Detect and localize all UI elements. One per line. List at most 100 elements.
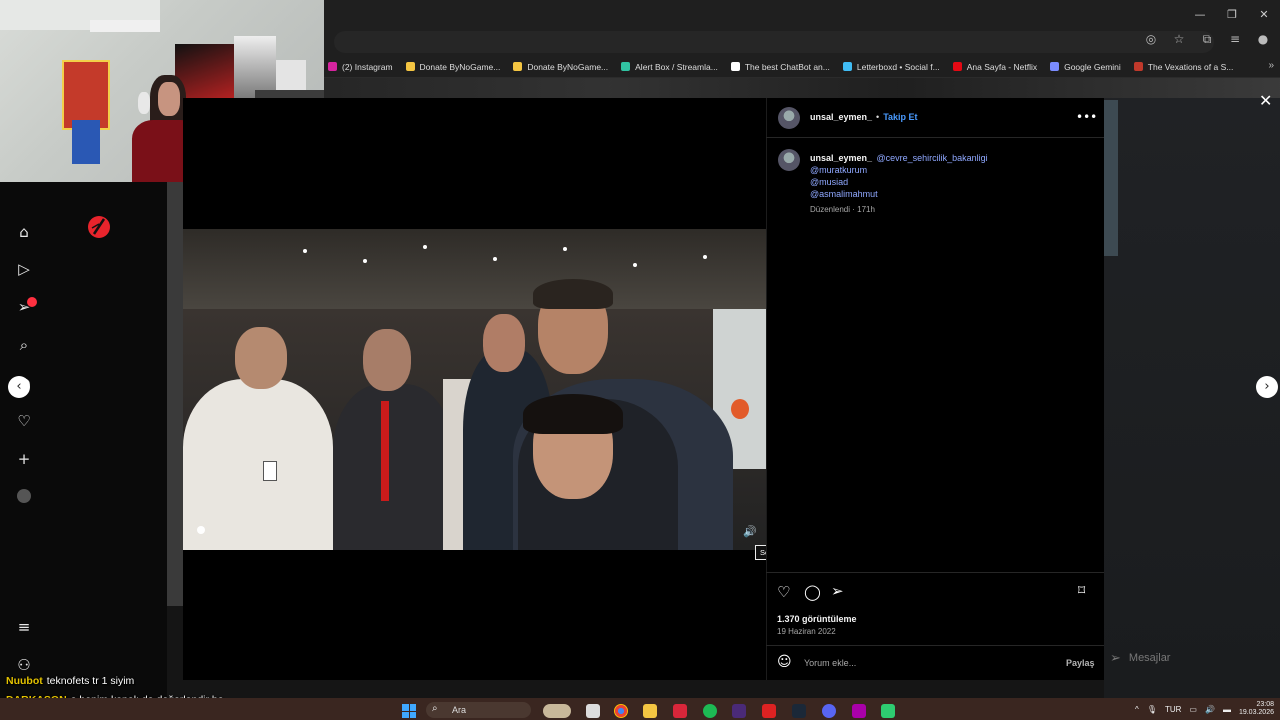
messages-icon: ➢ bbox=[1110, 650, 1121, 666]
messages-button[interactable]: ➢ Mesajlar bbox=[1104, 640, 1280, 676]
caption-username[interactable]: unsal_eymen_ bbox=[810, 153, 872, 163]
app-icon[interactable] bbox=[881, 704, 895, 718]
caption: unsal_eymen_ @cevre_sehircilik_bakanligi… bbox=[810, 151, 988, 216]
bookmark-item[interactable]: (2) Instagram bbox=[328, 62, 393, 72]
after-effects-icon[interactable] bbox=[732, 704, 746, 718]
notification-badge bbox=[27, 297, 37, 307]
author-username[interactable]: unsal_eymen_ bbox=[810, 112, 872, 122]
bookmark-item[interactable]: Letterboxd • Social f... bbox=[842, 61, 940, 72]
app-icon[interactable] bbox=[673, 704, 687, 718]
taskbar-search[interactable]: Ara bbox=[426, 702, 531, 718]
chrome-icon[interactable] bbox=[614, 704, 628, 718]
eye-off-icon[interactable]: ◎ bbox=[1144, 32, 1158, 47]
mention-link[interactable]: @musiad bbox=[810, 176, 988, 188]
bookmark-item[interactable]: Donate ByNoGame... bbox=[405, 62, 500, 72]
bookmark-favicon-icon bbox=[328, 62, 337, 71]
mention-link[interactable]: @muratkurum bbox=[810, 164, 988, 176]
header-divider bbox=[766, 137, 1104, 138]
omnibox[interactable] bbox=[334, 31, 1214, 53]
folder-icon[interactable] bbox=[643, 704, 657, 718]
clock[interactable]: 23:08 19.03.2026 bbox=[1239, 701, 1274, 717]
separator-dot: • bbox=[876, 112, 880, 122]
search-icon[interactable]: ⌕ bbox=[14, 335, 34, 355]
background-feed bbox=[1104, 98, 1280, 698]
chat-username: Nuubot bbox=[6, 675, 43, 687]
bookmarks-bar: (2) Instagram Donate ByNoGame... Donate By… bbox=[324, 56, 1280, 78]
heart-icon[interactable]: ♡ bbox=[14, 411, 34, 431]
tray-chevron-icon[interactable]: ^ bbox=[1135, 705, 1139, 714]
post-video[interactable]: 🔊 bbox=[183, 229, 766, 550]
media-icon[interactable]: ≡ bbox=[1228, 32, 1242, 47]
widget-icon[interactable] bbox=[543, 704, 571, 718]
bookmark-label: Letterboxd • Social f... bbox=[856, 61, 940, 72]
bookmark-label: Google Gemini bbox=[1064, 61, 1121, 72]
maximize-button[interactable]: ❐ bbox=[1216, 0, 1248, 28]
mention-link[interactable]: @cevre_sehircilik_bakanligi bbox=[877, 153, 988, 163]
profile-icon[interactable]: ● bbox=[1256, 32, 1270, 47]
previous-post-button[interactable]: ‹ bbox=[8, 376, 30, 398]
app-icon[interactable] bbox=[852, 704, 866, 718]
reels-icon[interactable]: ▷ bbox=[14, 259, 34, 279]
battery-icon[interactable]: ▬ bbox=[1223, 705, 1231, 714]
post-header: unsal_eymen_ • Takip Et bbox=[810, 112, 918, 122]
network-icon[interactable]: ▭ bbox=[1189, 705, 1197, 714]
background-panel bbox=[1104, 100, 1118, 256]
user-tag-icon[interactable] bbox=[197, 526, 205, 534]
bookmark-item[interactable]: Ana Sayfa - Netflix bbox=[952, 62, 1037, 72]
chat-message: Nuubot teknofets tr 1 siyim bbox=[6, 675, 134, 687]
audio-icon[interactable]: 🔊 bbox=[743, 525, 757, 538]
window-controls: — ❐ ✕ bbox=[1184, 0, 1280, 28]
discord-icon[interactable] bbox=[822, 704, 836, 718]
volume-icon[interactable]: 🔊 bbox=[1205, 705, 1215, 714]
steam-icon[interactable] bbox=[792, 704, 806, 718]
microphone-icon[interactable]: 🎙 bbox=[1147, 705, 1157, 714]
recorder-icon[interactable] bbox=[762, 704, 776, 718]
view-count[interactable]: 1.370 görüntüleme bbox=[777, 614, 857, 624]
language-indicator[interactable]: TUR bbox=[1165, 705, 1181, 714]
background-strip-left bbox=[167, 182, 183, 606]
star-icon[interactable]: ☆ bbox=[1172, 32, 1186, 47]
create-icon[interactable]: + bbox=[14, 449, 34, 469]
follow-button[interactable]: Takip Et bbox=[883, 112, 917, 122]
next-post-button[interactable]: › bbox=[1256, 376, 1278, 398]
bookmark-item[interactable]: Donate ByNoGame... bbox=[513, 62, 608, 72]
save-icon[interactable]: ⌑ bbox=[1078, 583, 1085, 599]
home-icon[interactable]: ⌂ bbox=[14, 222, 34, 242]
app-logo[interactable] bbox=[86, 214, 112, 240]
bookmark-item[interactable]: Alert Box / Streamla... bbox=[621, 62, 718, 72]
more-options-icon[interactable]: ••• bbox=[1076, 110, 1097, 124]
spotify-icon[interactable] bbox=[703, 704, 717, 718]
comment-icon[interactable]: ◯ bbox=[804, 583, 821, 601]
minimize-button[interactable]: — bbox=[1184, 0, 1216, 28]
bookmark-favicon-icon bbox=[621, 62, 631, 71]
mention-link[interactable]: @asmalimahmut bbox=[810, 188, 988, 200]
bookmark-item[interactable]: The best ChatBot an... bbox=[730, 62, 830, 72]
taskbar bbox=[0, 698, 1280, 720]
share-icon[interactable]: ➢ bbox=[831, 582, 844, 600]
like-icon[interactable]: ♡ bbox=[777, 583, 790, 601]
emoji-icon[interactable]: ☺ bbox=[777, 654, 792, 670]
caption-avatar[interactable] bbox=[778, 149, 800, 171]
windows-start-icon[interactable] bbox=[402, 704, 416, 718]
bookmark-favicon-icon bbox=[842, 62, 852, 71]
search-icon: ⌕ bbox=[432, 703, 438, 714]
chat-text: teknofets tr 1 siyim bbox=[46, 675, 135, 687]
profile-avatar[interactable] bbox=[17, 489, 31, 503]
post-date: 19 Haziran 2022 bbox=[777, 627, 836, 636]
author-avatar[interactable] bbox=[778, 107, 800, 129]
bookmark-item[interactable]: Google Gemini bbox=[1050, 62, 1121, 72]
close-icon[interactable]: ✕ bbox=[1259, 91, 1272, 110]
actions-divider bbox=[766, 572, 1104, 573]
taskview-icon[interactable] bbox=[586, 704, 600, 718]
bookmark-label: The Vexations of a S... bbox=[1147, 61, 1234, 72]
more-icon[interactable]: ⚇ bbox=[14, 655, 34, 675]
bookmark-label: (2) Instagram bbox=[342, 61, 393, 72]
close-window-button[interactable]: ✕ bbox=[1248, 0, 1280, 28]
bookmark-favicon-icon bbox=[730, 62, 740, 71]
menu-icon[interactable]: ≡ bbox=[14, 617, 34, 637]
extensions-icon[interactable]: ⧉ bbox=[1200, 32, 1214, 47]
bookmark-item[interactable]: The Vexations of a S... bbox=[1133, 61, 1234, 72]
bookmarks-more-icon[interactable]: » bbox=[1268, 60, 1274, 71]
comment-input[interactable]: Yorum ekle... bbox=[804, 658, 856, 668]
post-comment-button[interactable]: Paylaş bbox=[1066, 658, 1095, 668]
